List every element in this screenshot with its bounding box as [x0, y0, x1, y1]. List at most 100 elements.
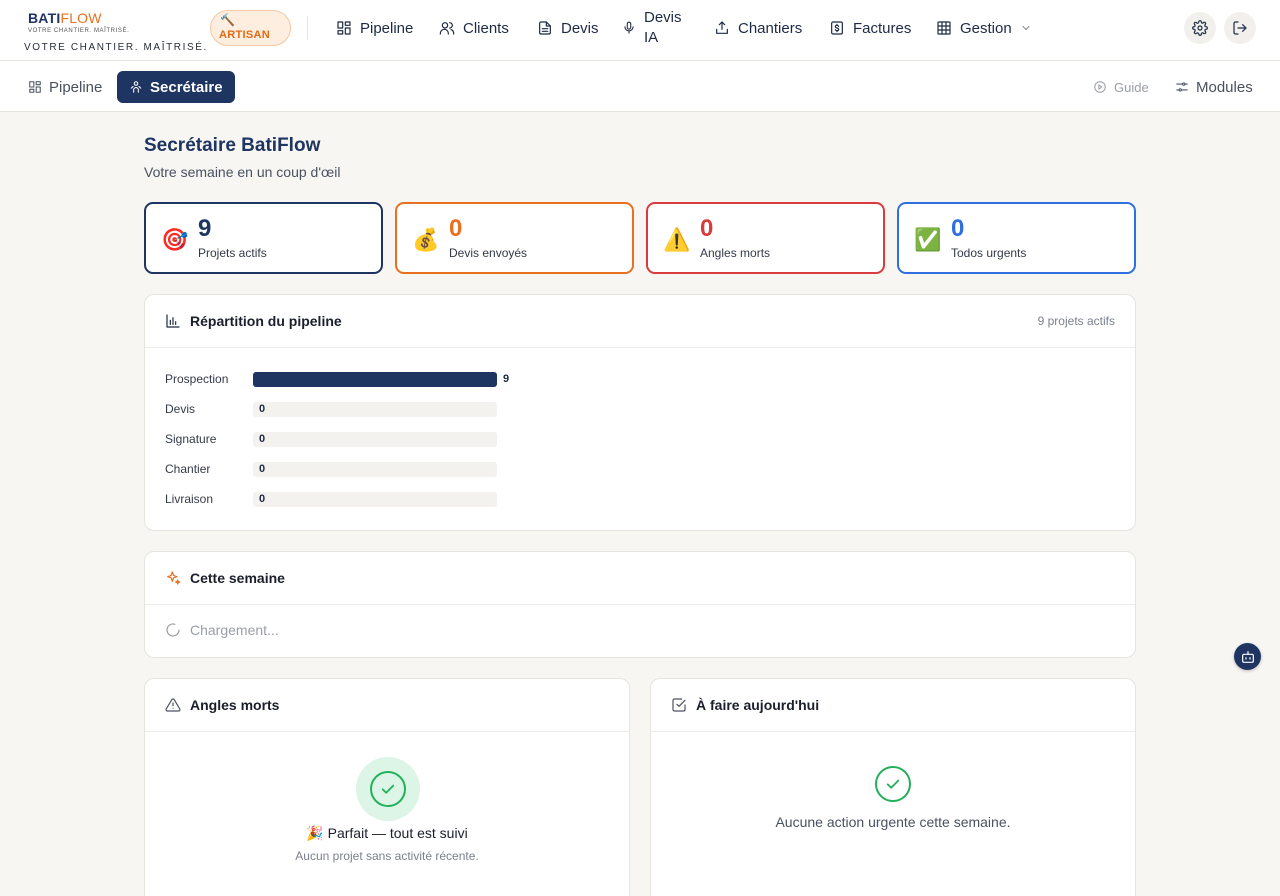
stat-label: Devis envoyés [449, 246, 528, 260]
grid-icon [337, 21, 351, 35]
stat-card-devis-envoyes[interactable]: 💰 0 Devis envoyés [395, 202, 634, 274]
users-icon [439, 22, 455, 35]
sparkles-icon [167, 571, 181, 585]
guide-button[interactable]: Guide [1093, 71, 1149, 103]
upload-icon [716, 21, 728, 34]
pipeline-row-value: 0 [259, 433, 266, 445]
blindspots-message: Parfait — tout est suivi [327, 825, 468, 841]
pipeline-row-value: 0 [259, 493, 266, 505]
stat-card-todos-urgents[interactable]: ✅ 0 Todos urgents [897, 202, 1136, 274]
page-title: Secrétaire BatiFlow [144, 135, 321, 156]
nav-item-gestion[interactable]: Gestion [936, 0, 1032, 56]
pipeline-row-label: Signature [165, 432, 217, 446]
logout-button[interactable] [1224, 12, 1256, 44]
pipeline-row-livraison[interactable]: Livraison 0 [165, 491, 565, 507]
assistant-bot-button[interactable] [1234, 643, 1261, 670]
nav-item-label: Gestion [960, 19, 1012, 37]
blindspots-title: Angles morts [190, 697, 280, 713]
sliders-icon [1176, 82, 1188, 92]
pipeline-row-value: 0 [259, 403, 266, 415]
artisan-badge-label: ARTISAN [219, 29, 270, 41]
pipeline-row-chantier[interactable]: Chantier 0 [165, 461, 565, 477]
nav-item-pipeline[interactable]: Pipeline [336, 0, 413, 56]
tab-secretaire[interactable]: Secrétaire [117, 71, 235, 103]
gear-icon [1192, 20, 1208, 36]
pipeline-row-value: 9 [503, 373, 510, 385]
table-icon [937, 21, 951, 35]
today-card: À faire aujourd'hui Aucune action urgent… [650, 678, 1136, 896]
nav-item-devis-ia[interactable]: Devis IA [622, 0, 682, 56]
blindspots-message-row: 🎉 Parfait — tout est suivi [145, 825, 629, 842]
blindspots-sub: Aucun projet sans activité récente. [295, 849, 479, 863]
stat-value: 0 [951, 215, 965, 242]
stat-label: Angles morts [700, 246, 771, 260]
week-card: Cette semaine Chargement... [144, 551, 1136, 658]
dollar-file-icon [831, 21, 843, 35]
pipeline-bar-track [253, 432, 497, 447]
check-circle-icon [875, 766, 911, 802]
guide-label: Guide [1114, 79, 1149, 95]
stat-value: 9 [198, 215, 212, 242]
nav-item-label-line1: Devis [644, 9, 682, 26]
brand-logo[interactable]: BATIFLOW VOTRE CHANTIER. MAÎTRISÉ. [28, 10, 129, 34]
nav-item-chantiers[interactable]: Chantiers [714, 0, 802, 56]
nav-item-label: Pipeline [360, 19, 414, 37]
nav-item-label: Factures [853, 19, 912, 37]
nav-item-devis[interactable]: Devis [537, 0, 599, 56]
pipeline-row-prospection[interactable]: Prospection 9 [165, 371, 565, 387]
modules-label: Modules [1196, 78, 1253, 96]
stat-label: Todos urgents [951, 246, 1027, 260]
brand-tagline: VOTRE CHANTIER. MAÎTRISÉ. [24, 42, 208, 53]
nav-item-label-line2: IA [644, 29, 659, 46]
blindspots-card: Angles morts 🎉 Parfait — tout est suivi … [144, 678, 630, 896]
week-title: Cette semaine [190, 570, 285, 586]
top-navigation: BATIFLOW VOTRE CHANTIER. MAÎTRISÉ. VOTRE… [0, 0, 1280, 61]
artisan-badge[interactable]: 🔨 ARTISAN [210, 10, 291, 46]
week-card-header: Cette semaine [145, 552, 1135, 605]
brand-small-tagline: VOTRE CHANTIER. MAÎTRISÉ. [28, 28, 130, 34]
stat-card-angles-morts[interactable]: ⚠️ 0 Angles morts [646, 202, 885, 274]
pipeline-title: Répartition du pipeline [190, 313, 342, 329]
pipeline-row-label: Devis [165, 402, 196, 416]
hammer-icon: 🔨 [220, 13, 235, 27]
nav-item-label: Devis [561, 19, 599, 37]
stat-card-projets-actifs[interactable]: 🎯 9 Projets actifs [144, 202, 383, 274]
loading-text: Chargement... [190, 622, 279, 638]
tab-pipeline[interactable]: Pipeline [16, 71, 114, 103]
sub-navigation: Pipeline Secrétaire Guide Modules [0, 61, 1280, 112]
bot-icon [1241, 650, 1254, 663]
stat-label: Projets actifs [198, 246, 267, 260]
pipeline-bar-track [253, 372, 497, 387]
warning-triangle-icon [165, 698, 181, 712]
pipeline-summary: 9 projets actifs [1037, 314, 1115, 328]
pipeline-card-header: Répartition du pipeline [145, 295, 1135, 348]
brand-name-part1: BATI [28, 10, 61, 26]
modules-button[interactable]: Modules [1175, 71, 1253, 103]
party-icon: 🎉 [306, 825, 324, 841]
pipeline-row-label: Chantier [165, 462, 211, 476]
logout-icon [1233, 21, 1247, 35]
brand-name-part2: FLOW [60, 10, 102, 26]
pipeline-row-signature[interactable]: Signature 0 [165, 431, 565, 447]
chevron-down-icon [1022, 26, 1030, 30]
pipeline-card: Répartition du pipeline 9 projets actifs… [144, 294, 1136, 531]
pipeline-row-label: Livraison [165, 492, 214, 506]
pipeline-row-value: 0 [259, 463, 266, 475]
checkbox-icon [672, 698, 686, 712]
money-bag-icon: 💰 [412, 227, 440, 252]
stat-value: 0 [700, 215, 714, 242]
tab-label: Pipeline [49, 78, 103, 96]
page-subtitle: Votre semaine en un coup d'œil [144, 164, 341, 180]
nav-item-clients[interactable]: Clients [439, 0, 509, 56]
pipeline-row-devis[interactable]: Devis 0 [165, 401, 565, 417]
today-title: À faire aujourd'hui [696, 697, 820, 713]
warning-icon: ⚠️ [663, 227, 691, 252]
settings-button[interactable] [1184, 12, 1216, 44]
nav-item-factures[interactable]: Factures [829, 0, 911, 56]
today-card-header: À faire aujourd'hui [651, 679, 1135, 732]
play-circle-icon [1094, 81, 1106, 93]
check-circle-icon [370, 771, 406, 807]
nav-divider [307, 16, 308, 40]
document-icon [539, 21, 551, 35]
target-icon: 🎯 [161, 227, 189, 252]
